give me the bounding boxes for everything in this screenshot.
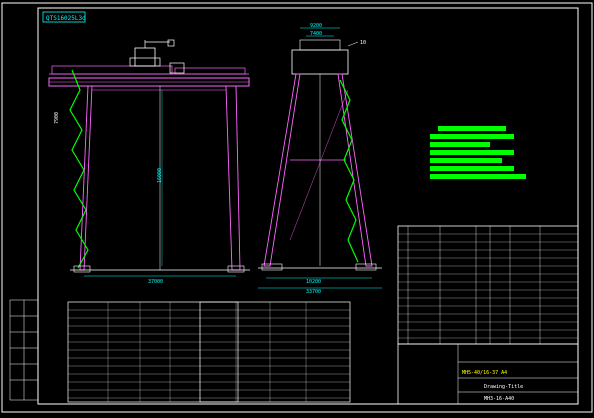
title-line-1: MH5-40/16-37 A4 (462, 370, 507, 376)
left-margin-box (9, 299, 39, 401)
outer-border (1, 2, 593, 413)
right-leg (225, 85, 241, 271)
side-leg-left (263, 73, 301, 267)
trolley (134, 47, 156, 67)
parts-list (397, 225, 579, 345)
front-view: 37000 16000 7900 (48, 39, 250, 285)
dim-base-width: 33700 (306, 289, 321, 295)
leader-tag: 10 (360, 40, 366, 46)
drawing-canvas: QTS16025L3d 37000 16000 7900 9200 7400 1… (1, 2, 593, 413)
title-tag-text: QTS16025L3d (46, 15, 86, 22)
left-leg (79, 85, 93, 271)
dim-height: 16000 (157, 168, 163, 183)
title-block: MH5-40/16-37 A4 Drawing-Title MH3-16-A40 (397, 343, 579, 405)
dim-base-inner: 10200 (306, 279, 321, 285)
dim-span: 37000 (148, 279, 163, 285)
side-view: 9200 7400 10 10200 33700 (258, 23, 382, 295)
cad-drawing-sheet: QTS16025L3d 37000 16000 7900 9200 7400 1… (0, 0, 594, 414)
inner-border (37, 7, 579, 405)
dim-top-width: 9200 (310, 23, 322, 29)
dim-left-side: 7900 (54, 112, 60, 124)
notes-block (430, 126, 526, 179)
spec-table (67, 301, 351, 403)
title-line-3: MH3-16-A40 (484, 396, 514, 402)
title-line-2: Drawing-Title (484, 384, 523, 390)
dim-top-inner: 7400 (310, 31, 322, 37)
